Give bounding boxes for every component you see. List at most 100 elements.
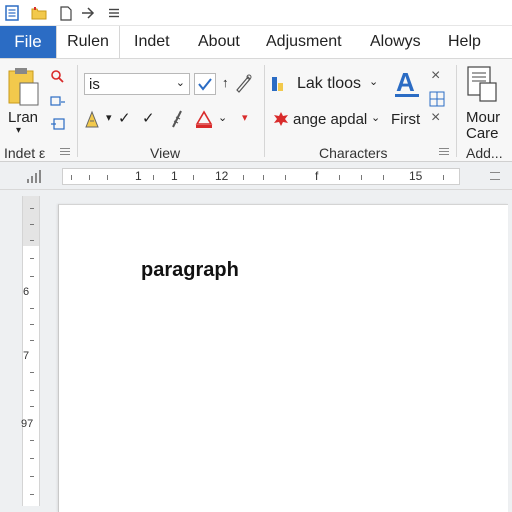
search-icon[interactable] (50, 69, 64, 88)
arrow-up-label[interactable]: ↑ (222, 75, 229, 90)
add-group: Mour Care Add... (458, 59, 512, 163)
ruler-tick (30, 458, 34, 459)
check-icon[interactable]: ✓ (142, 109, 155, 127)
ruler-label: 1 (135, 169, 142, 183)
change-dropdown-icon[interactable]: ⌄ (371, 111, 380, 124)
font-select-value: is (89, 76, 100, 93)
tab-about[interactable]: About (198, 26, 240, 58)
indet-group-launcher-icon[interactable] (60, 148, 70, 157)
format-painter-icon[interactable] (170, 109, 184, 134)
first-label[interactable]: First (391, 111, 420, 128)
new-page-icon[interactable] (58, 4, 74, 22)
add-line1[interactable]: Mour (466, 109, 500, 126)
ruler-label: 6 (23, 286, 30, 298)
ruler-tick (30, 476, 34, 477)
ruler-tick (383, 175, 384, 180)
select-icon[interactable] (50, 117, 66, 136)
ruler-tick (30, 240, 34, 241)
ruler-tick (30, 390, 34, 391)
ruler-label: 15 (409, 169, 423, 183)
red-dropdown-icon[interactable]: ▾ (242, 111, 248, 124)
ruler-tick (30, 308, 34, 309)
pen-icon[interactable] (234, 73, 252, 98)
characters-group: Lak tloos ⌄ A × ange apdal ⌄ First × Cha… (265, 59, 455, 163)
quick-access-toolbar (0, 0, 512, 26)
tab-file[interactable]: File (0, 26, 56, 58)
tab-alowys[interactable]: Alowys (370, 26, 421, 58)
tab-adjusment[interactable]: Adjusment (266, 26, 342, 58)
vertical-ruler-area: 6 7 97 (0, 190, 58, 512)
check-icon[interactable]: ✓ (118, 109, 131, 127)
tab-rulen[interactable]: Rulen (56, 26, 120, 58)
style-dropdown-icon[interactable]: ⌄ (369, 75, 378, 88)
indet-group: Lran ▾ Indet ε (0, 59, 76, 163)
arrow-right-icon[interactable] (80, 4, 96, 22)
tab-indet[interactable]: Indet (134, 26, 170, 58)
ruler-tick (153, 175, 154, 180)
svg-text:A: A (396, 69, 415, 97)
ruler-toggle-icon[interactable] (490, 172, 500, 180)
tab-help[interactable]: Help (448, 26, 481, 58)
paste-label[interactable]: Lran (8, 109, 38, 126)
add-line2[interactable]: Care (466, 125, 499, 142)
paste-icon[interactable] (6, 67, 42, 111)
ruler-tick (285, 175, 286, 180)
document-page[interactable]: paragraph (58, 204, 508, 512)
font-color-dropdown-icon[interactable]: ⌄ (218, 111, 227, 124)
horizontal-ruler[interactable]: 1 1 12 f 15 (62, 168, 460, 185)
ruler-area: 1 1 12 f 15 (0, 162, 512, 190)
ruler-tick (30, 208, 34, 209)
font-select[interactable]: is ⌄ (84, 73, 190, 95)
paragraph-text[interactable]: paragraph (141, 259, 239, 282)
signal-icon[interactable] (26, 168, 42, 189)
menu-icon[interactable] (106, 4, 122, 22)
ruler-tick (30, 258, 34, 259)
ruler-tick (361, 175, 362, 180)
ruler-tick (89, 175, 90, 180)
ruler-tick (30, 224, 34, 225)
ruler-tick (107, 175, 108, 180)
separator (456, 65, 457, 157)
apply-check-button[interactable] (194, 73, 216, 95)
view-group: is ⌄ ↑ ▾ ✓ ✓ ⌄ ▾ View (78, 59, 264, 163)
close-icon[interactable]: × (431, 67, 440, 85)
vertical-ruler[interactable]: 6 7 97 (21, 196, 40, 506)
ruler-tick (30, 440, 34, 441)
font-a-icon[interactable]: A (393, 67, 421, 104)
ruler-tick (339, 175, 340, 180)
ruler-label: 1 (171, 169, 178, 183)
ruler-label: 97 (21, 418, 34, 430)
ruler-tick (193, 175, 194, 180)
paste-dropdown-icon[interactable]: ▾ (16, 125, 21, 136)
characters-group-launcher-icon[interactable] (439, 148, 449, 157)
document-stack-icon[interactable] (466, 65, 500, 108)
ruler-label: 12 (215, 169, 229, 183)
chevron-down-icon: ⌄ (175, 77, 185, 89)
ruler-tick (243, 175, 244, 180)
ruler-tick (30, 406, 34, 407)
highlight-dropdown-icon[interactable]: ▾ (106, 111, 112, 124)
ruler-tick (30, 340, 34, 341)
bar-chart-icon[interactable] (271, 75, 289, 98)
ruler-tick (71, 175, 72, 180)
style-label[interactable]: Lak tloos (297, 75, 361, 93)
close-icon[interactable]: × (431, 109, 440, 127)
indet-group-label: Indet ε (4, 145, 46, 161)
highlight-icon[interactable] (84, 109, 102, 134)
folder-icon[interactable] (30, 4, 48, 22)
replace-icon[interactable] (50, 95, 66, 113)
ribbon: Lran ▾ Indet ε is ⌄ ↑ ▾ ✓ ✓ ⌄ ▾ View Lak… (0, 58, 512, 162)
ruler-tick (263, 175, 264, 180)
ruler-tick (30, 324, 34, 325)
ruler-tick (30, 372, 34, 373)
ruler-label: f (315, 169, 319, 183)
document-area: paragraph (58, 190, 512, 512)
ruler-tick (443, 175, 444, 180)
ruler-tick (30, 276, 34, 277)
change-label[interactable]: ange apdal (293, 111, 367, 128)
ribbon-tabs: File Rulen Indet About Adjusment Alowys … (0, 26, 512, 58)
document-icon[interactable] (4, 4, 20, 22)
star-burst-icon[interactable] (273, 111, 289, 132)
font-color-icon[interactable] (194, 109, 214, 134)
characters-group-label: Characters (319, 145, 388, 161)
